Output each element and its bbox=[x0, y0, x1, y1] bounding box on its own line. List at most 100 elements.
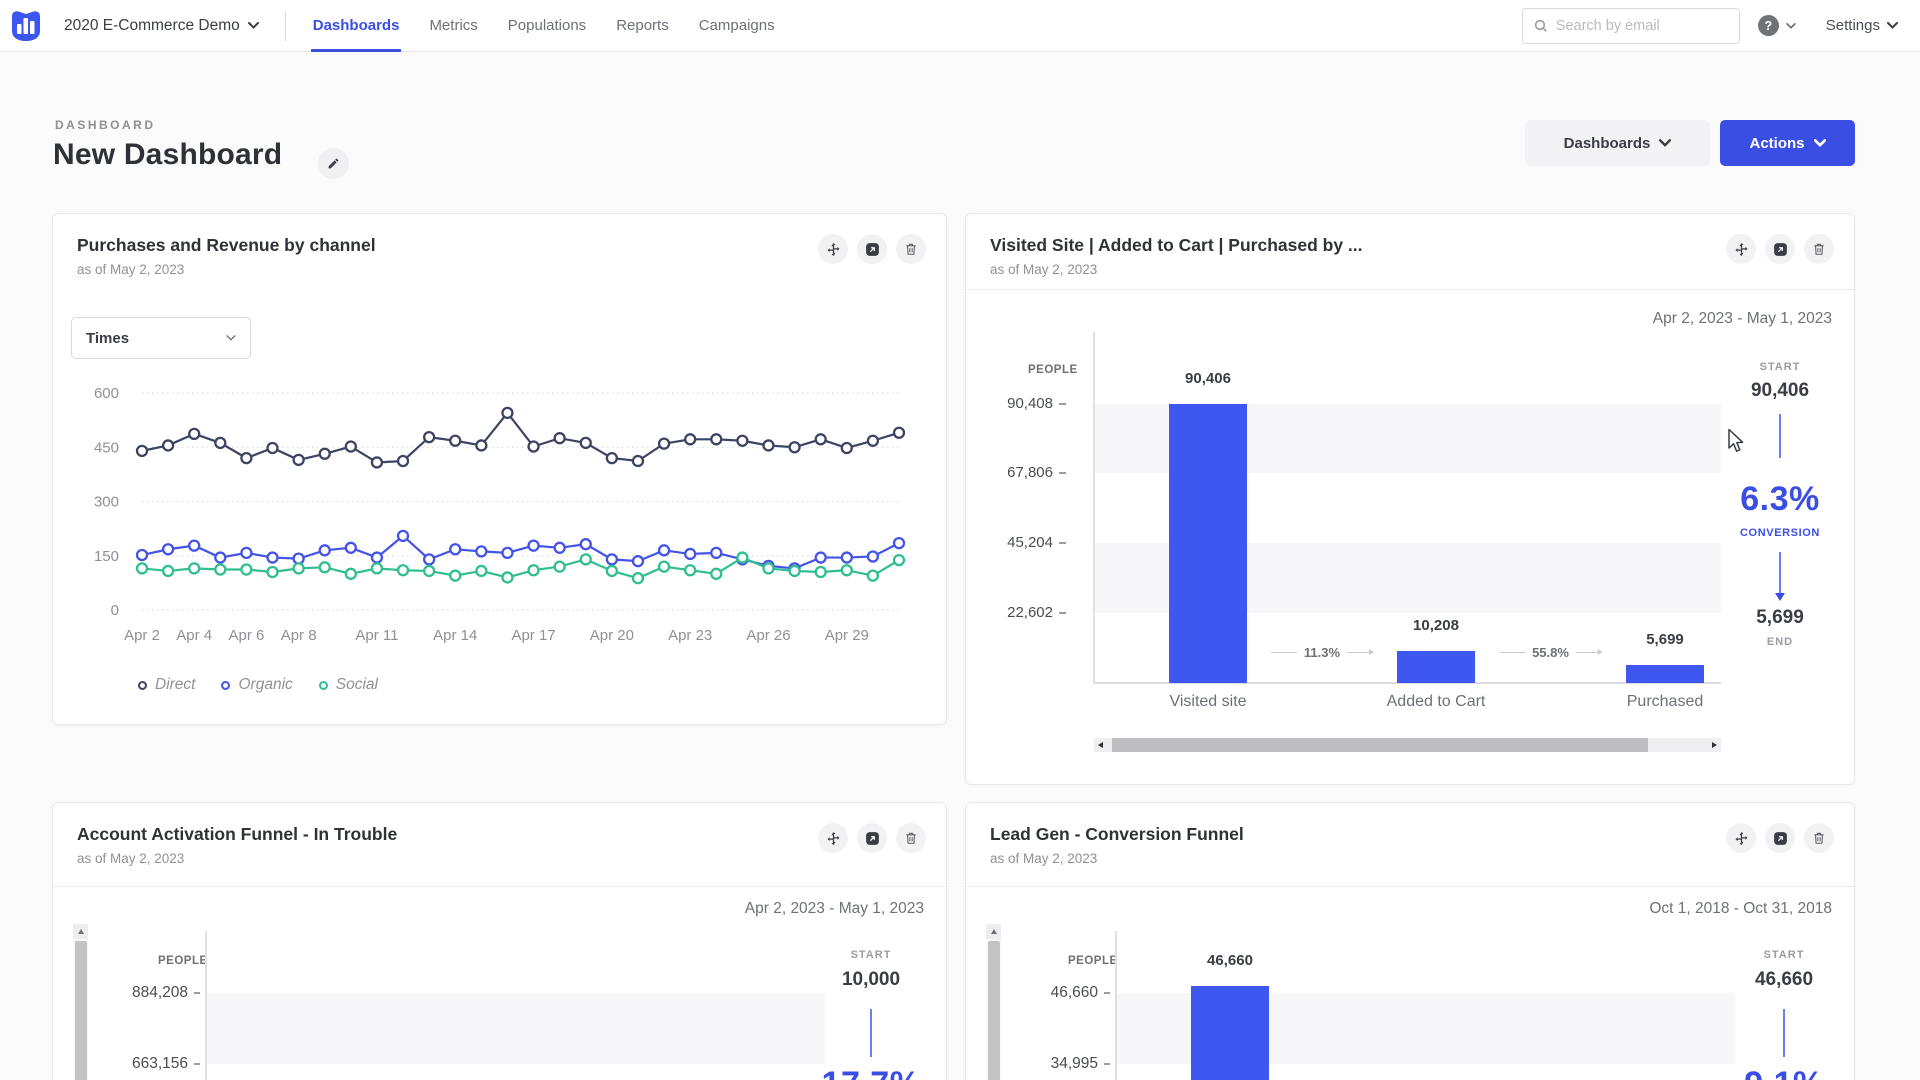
chevron-down-icon bbox=[1887, 22, 1898, 29]
funnel-summary: START 46,660 bbox=[1704, 949, 1864, 991]
data-point bbox=[607, 453, 617, 463]
funnel-step-label: Visited site bbox=[1169, 693, 1246, 711]
start-value: 10,000 bbox=[791, 969, 951, 991]
start-label: START bbox=[1700, 361, 1860, 373]
legend-item-direct[interactable]: Direct bbox=[138, 676, 195, 694]
data-point bbox=[555, 562, 565, 572]
chart-legend: Direct Organic Social bbox=[138, 676, 378, 694]
search-box[interactable] bbox=[1522, 8, 1740, 44]
data-point bbox=[241, 453, 251, 463]
data-point bbox=[346, 569, 356, 579]
actions-dropdown-button[interactable]: Actions bbox=[1720, 120, 1855, 166]
x-axis-label: Apr 4 bbox=[176, 627, 212, 644]
funnel-bar bbox=[1169, 404, 1247, 683]
nav-item-dashboards[interactable]: Dashboards bbox=[313, 0, 400, 52]
legend-item-organic[interactable]: Organic bbox=[221, 676, 292, 694]
legend-label: Direct bbox=[155, 676, 195, 694]
data-point bbox=[816, 567, 826, 577]
nav-item-campaigns[interactable]: Campaigns bbox=[699, 0, 775, 52]
x-axis-label: Apr 2 bbox=[124, 627, 160, 644]
data-point bbox=[241, 564, 251, 574]
expand-button[interactable] bbox=[857, 234, 887, 264]
card-subtitle: as of May 2, 2023 bbox=[77, 262, 922, 277]
data-point bbox=[816, 553, 826, 563]
move-button[interactable] bbox=[818, 234, 848, 264]
data-point bbox=[476, 566, 486, 576]
y-tick: 884,208 bbox=[53, 984, 188, 1002]
x-axis-label: Apr 6 bbox=[228, 627, 264, 644]
data-point bbox=[163, 566, 173, 576]
data-point bbox=[816, 434, 826, 444]
delete-button[interactable] bbox=[896, 234, 926, 264]
scroll-up-icon bbox=[78, 929, 84, 934]
primary-nav: Dashboards Metrics Populations Reports C… bbox=[313, 0, 775, 52]
horizontal-scrollbar[interactable] bbox=[1094, 738, 1721, 752]
step-conversion-pct: 11.3% bbox=[1304, 645, 1340, 660]
nav-divider bbox=[285, 11, 286, 41]
data-point bbox=[633, 573, 643, 583]
data-point bbox=[607, 554, 617, 564]
search-input[interactable] bbox=[1556, 18, 1716, 34]
nav-item-reports[interactable]: Reports bbox=[616, 0, 669, 52]
pencil-icon bbox=[327, 157, 340, 170]
data-point bbox=[790, 442, 800, 452]
dashboards-dropdown-button[interactable]: Dashboards bbox=[1525, 120, 1710, 166]
data-point bbox=[189, 541, 199, 551]
scrollbar-thumb[interactable] bbox=[1112, 738, 1648, 752]
actions-button-label: Actions bbox=[1749, 135, 1804, 152]
funnel-bar bbox=[1626, 665, 1704, 683]
y-tick: 34,995 bbox=[966, 1055, 1098, 1073]
data-point bbox=[268, 567, 278, 577]
nav-item-populations[interactable]: Populations bbox=[508, 0, 586, 52]
conversion-value: 6.3% bbox=[1700, 480, 1860, 519]
x-axis-label: Apr 26 bbox=[746, 627, 790, 644]
partial-conversion: 17.7% bbox=[791, 1065, 951, 1080]
start-label: START bbox=[1704, 949, 1864, 961]
workspace-switcher[interactable]: 2020 E-Commerce Demo bbox=[64, 17, 259, 35]
scroll-up-button[interactable] bbox=[73, 924, 88, 939]
start-value: 90,406 bbox=[1700, 380, 1860, 402]
funnel-step-label: Added to Cart bbox=[1387, 693, 1486, 711]
funnel-summary: START 10,000 bbox=[791, 949, 951, 991]
scroll-up-icon bbox=[991, 929, 997, 934]
settings-label: Settings bbox=[1826, 17, 1880, 34]
funnel-y-axis bbox=[1115, 931, 1117, 1080]
date-range: Apr 2, 2023 - May 1, 2023 bbox=[1653, 310, 1832, 328]
edit-title-button[interactable] bbox=[318, 148, 349, 179]
funnel-chart: Apr 2, 2023 - May 1, 2023 PEOPLE 90,408 … bbox=[966, 214, 1854, 784]
data-point bbox=[424, 566, 434, 576]
bar-value-label: 90,406 bbox=[1143, 370, 1273, 387]
data-point bbox=[894, 428, 904, 438]
data-point bbox=[476, 440, 486, 450]
legend-item-social[interactable]: Social bbox=[319, 676, 378, 694]
app-logo-icon[interactable] bbox=[8, 9, 44, 43]
card-title: Purchases and Revenue by channel bbox=[77, 235, 922, 256]
data-point bbox=[137, 550, 147, 560]
metric-type-select[interactable]: Times bbox=[71, 317, 251, 359]
scroll-up-button[interactable] bbox=[986, 924, 1001, 939]
series-line bbox=[142, 536, 899, 569]
help-menu[interactable]: ? bbox=[1758, 15, 1796, 36]
y-axis-label: 0 bbox=[111, 602, 119, 619]
data-point bbox=[215, 553, 225, 563]
scroll-left-icon[interactable] bbox=[1098, 742, 1103, 748]
y-axis-label: 150 bbox=[94, 548, 119, 565]
partial-conversion: 9.1% bbox=[1704, 1065, 1864, 1080]
y-tick: 22,602 bbox=[966, 604, 1053, 621]
chevron-down-icon bbox=[1814, 139, 1826, 147]
leadgen-bar bbox=[1191, 986, 1269, 1080]
funnel-summary: START 90,406 bbox=[1700, 361, 1860, 402]
data-point bbox=[450, 544, 460, 554]
card-purchases-revenue: Purchases and Revenue by channel as of M… bbox=[52, 213, 947, 725]
settings-menu[interactable]: Settings bbox=[1826, 17, 1898, 34]
top-nav: 2020 E-Commerce Demo Dashboards Metrics … bbox=[0, 0, 1920, 52]
scroll-right-icon[interactable] bbox=[1712, 742, 1717, 748]
data-point bbox=[398, 456, 408, 466]
data-point bbox=[476, 546, 486, 556]
nav-item-metrics[interactable]: Metrics bbox=[429, 0, 477, 52]
data-point bbox=[685, 549, 695, 559]
data-point bbox=[633, 456, 643, 466]
data-point bbox=[737, 553, 747, 563]
legend-label: Social bbox=[336, 676, 378, 694]
data-point bbox=[711, 434, 721, 444]
